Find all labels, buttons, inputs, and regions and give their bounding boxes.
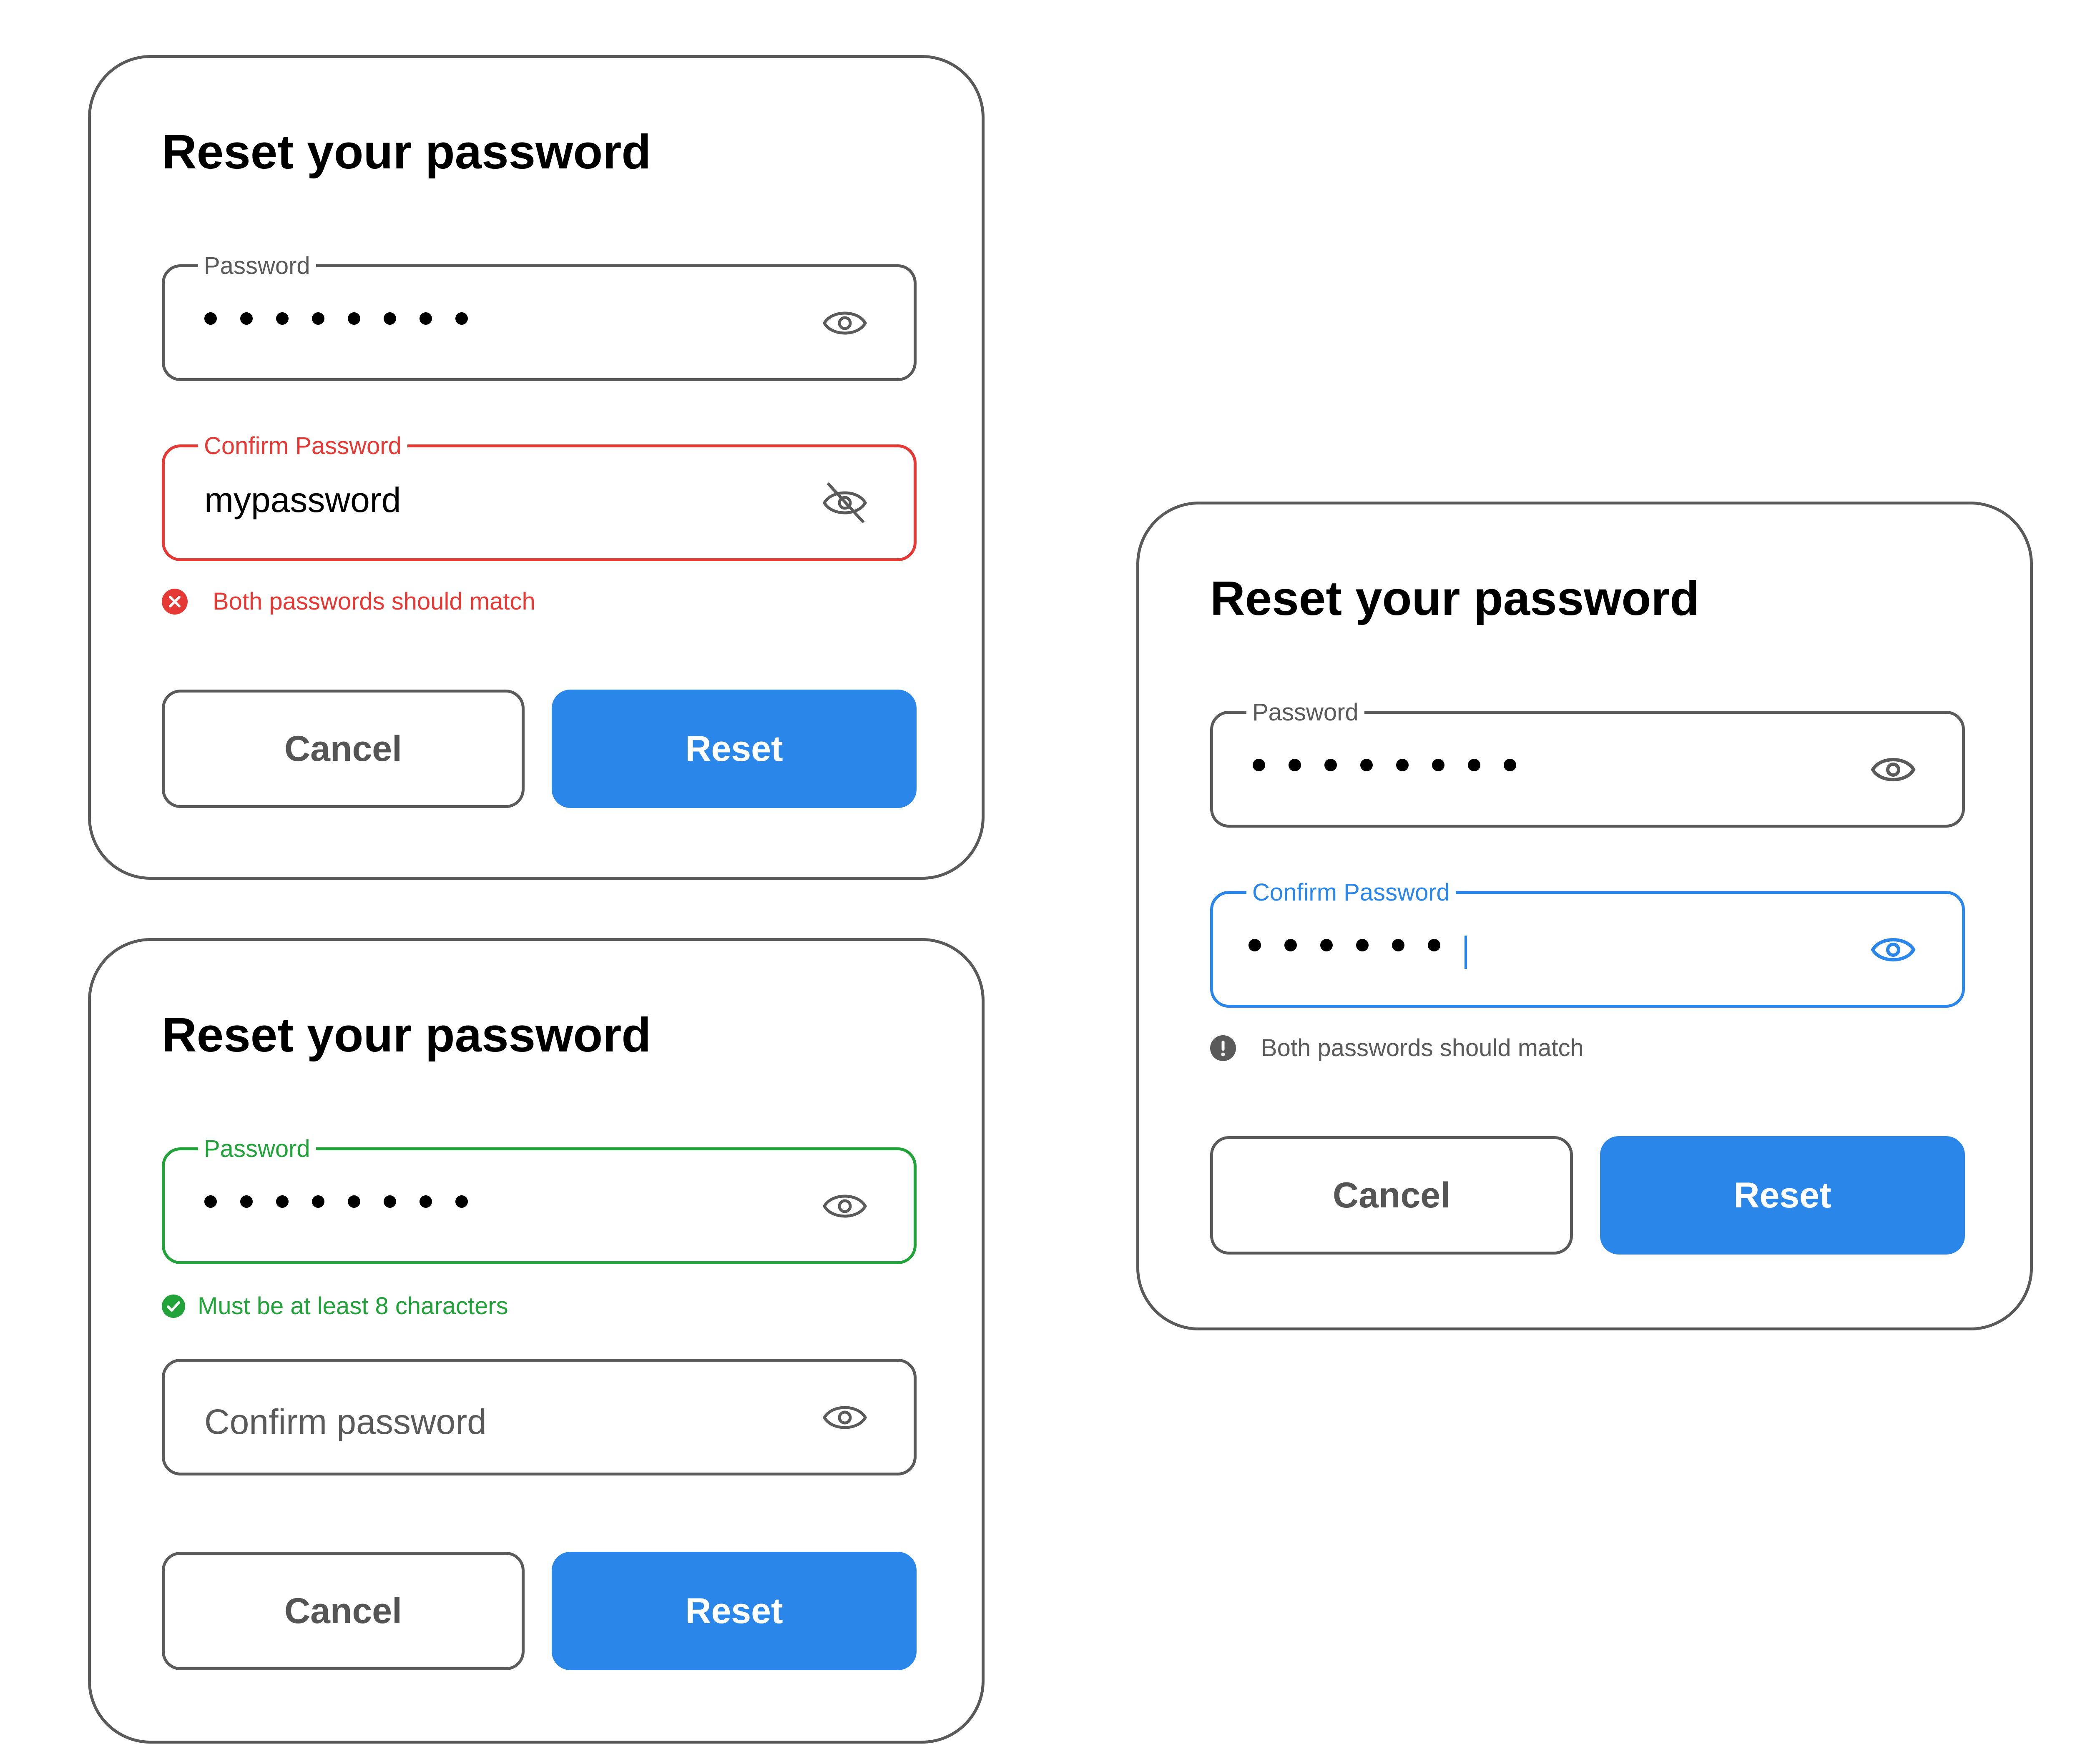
eye-icon[interactable] — [1870, 753, 1916, 786]
cancel-button[interactable]: Cancel — [162, 690, 525, 808]
password-label: Password — [198, 1134, 316, 1164]
password-masked-value — [204, 312, 468, 325]
password-field[interactable]: Password — [162, 1134, 917, 1264]
confirm-password-masked-value — [1248, 939, 1440, 951]
password-label: Password — [198, 251, 316, 281]
eye-icon[interactable] — [822, 1401, 868, 1434]
confirm-password-placeholder: Confirm password — [204, 1402, 487, 1441]
password-hint: Must be at least 8 characters — [162, 1292, 508, 1320]
page-title: Reset your password — [1210, 571, 1700, 625]
info-message: Both passwords should match — [1210, 1034, 1584, 1062]
page-title: Reset your password — [162, 125, 651, 179]
reset-button[interactable]: Reset — [1600, 1136, 1965, 1255]
password-hint-text: Must be at least 8 characters — [198, 1292, 508, 1320]
password-masked-value — [1253, 759, 1516, 771]
confirm-password-label: Confirm Password — [1246, 878, 1456, 907]
check-circle-icon — [162, 1294, 185, 1318]
confirm-password-label: Confirm Password — [198, 432, 407, 461]
eye-icon[interactable] — [1870, 933, 1916, 966]
password-label: Password — [1246, 698, 1364, 727]
cancel-button[interactable]: Cancel — [162, 1552, 525, 1670]
text-cursor — [1465, 936, 1467, 969]
confirm-password-field[interactable]: Confirm password — [162, 1359, 917, 1475]
password-masked-value — [204, 1195, 468, 1208]
error-message: Both passwords should match — [162, 587, 535, 615]
page-title: Reset your password — [162, 1008, 651, 1062]
reset-button[interactable]: Reset — [552, 690, 917, 808]
confirm-password-value: mypassword — [204, 480, 401, 519]
password-field[interactable]: Password — [162, 251, 917, 381]
error-icon — [162, 588, 188, 615]
reset-button[interactable]: Reset — [552, 1552, 917, 1670]
password-field[interactable]: Password — [1210, 698, 1965, 828]
cancel-button[interactable]: Cancel — [1210, 1136, 1573, 1255]
confirm-password-field[interactable]: Confirm Password mypassword — [162, 432, 917, 561]
eye-icon[interactable] — [822, 1189, 868, 1223]
confirm-password-field[interactable]: Confirm Password — [1210, 878, 1965, 1008]
eye-off-icon[interactable] — [822, 480, 868, 526]
info-icon — [1210, 1035, 1236, 1061]
error-message-text: Both passwords should match — [213, 588, 535, 615]
reset-password-card-error: Reset your password Password Confirm Pas… — [88, 55, 985, 880]
reset-password-card-success: Reset your password Password Must be at … — [88, 938, 985, 1744]
eye-icon[interactable] — [822, 306, 868, 340]
reset-password-card-focused: Reset your password Password Confirm Pas… — [1136, 502, 2033, 1330]
info-message-text: Both passwords should match — [1261, 1034, 1584, 1061]
